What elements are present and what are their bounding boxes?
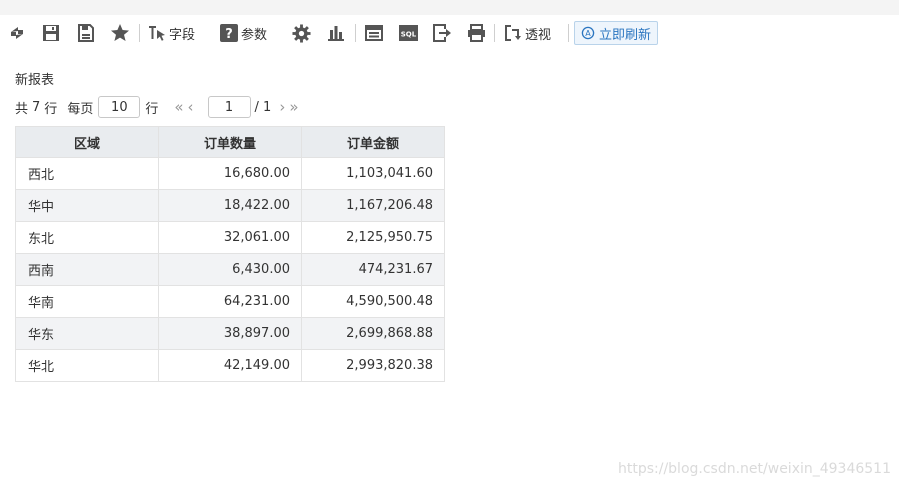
table-row: 华中 18,422.00 1,167,206.48 [15,189,445,222]
sql-icon-text: SQL [401,31,417,39]
layout-icon [365,25,383,41]
chart-button[interactable] [327,20,345,46]
rows-suffix: 行 [145,101,159,117]
report-title: 新报表 [15,73,55,88]
current-page-input[interactable] [207,96,251,118]
perspective-button[interactable]: 透视 [504,20,551,46]
cell-region: 东北 [15,221,159,254]
cell-region: 华东 [15,317,159,350]
cell-order-amount: 1,103,041.60 [301,157,445,190]
cell-order-amount: 2,125,950.75 [301,221,445,254]
perspective-label: 透视 [525,27,552,43]
bar-chart-icon [328,26,344,41]
favorite-button[interactable] [110,20,130,46]
auto-refresh-icon: A [581,26,595,40]
table-row: 西南 6,430.00 474,231.67 [15,253,445,286]
table-row: 西北 16,680.00 1,103,041.60 [15,157,445,190]
toolbar-separator [139,24,140,42]
cell-order-count: 18,422.00 [158,189,302,222]
table-header-row: 区域 订单数量 订单金额 [15,126,445,158]
column-header-region[interactable]: 区域 [15,126,159,158]
export-icon [433,24,451,42]
cell-order-count: 64,231.00 [158,285,302,318]
toolbar: 字段 ? 参数 SQL 透视 A 立即刷新 [0,18,899,48]
refresh-now-label: 立即刷新 [599,27,652,43]
cell-order-count: 32,061.00 [158,221,302,254]
cell-order-count: 6,430.00 [158,253,302,286]
per-page-label: 每页 [67,101,94,117]
next-page-icon[interactable]: › [277,96,287,118]
star-icon [111,24,129,41]
save-as-button[interactable] [77,20,95,46]
column-header-order-amount[interactable]: 订单金额 [301,126,445,158]
pivot-icon [505,25,521,41]
report-table: 区域 订单数量 订单金额 西北 16,680.00 1,103,041.60 华… [15,126,445,382]
prev-page-icon[interactable]: ‹ [186,96,196,118]
cell-order-amount: 1,167,206.48 [301,189,445,222]
rows-per-page-input[interactable] [98,96,141,118]
last-page-icon[interactable]: » [287,96,300,118]
pagination-bar: 共 7 行 每页 行 « ‹ / 1 › » [15,96,301,118]
cell-region: 西南 [15,253,159,286]
cell-order-count: 16,680.00 [158,157,302,190]
layout-button[interactable] [365,20,383,46]
top-strip [0,0,899,15]
save-icon [43,25,59,41]
cell-order-amount: 2,699,868.88 [301,317,445,350]
parameter-label: 参数 [241,27,268,43]
print-icon [468,24,485,42]
svg-text:?: ? [225,27,233,42]
table-row: 华东 38,897.00 2,699,868.88 [15,317,445,350]
reload-button[interactable] [8,20,26,46]
field-label: 字段 [169,27,196,43]
cell-region: 华北 [15,349,159,382]
toolbar-separator [355,24,356,42]
svg-text:A: A [585,29,591,38]
save-as-icon [78,24,94,42]
total-prefix: 共 [15,101,29,117]
print-button[interactable] [467,20,486,46]
reload-icon [11,27,23,39]
cell-order-count: 42,149.00 [158,349,302,382]
page-total: / 1 [254,99,272,115]
first-page-icon[interactable]: « [172,96,185,118]
column-header-order-count[interactable]: 订单数量 [158,126,302,158]
field-cursor-icon [149,26,165,41]
refresh-now-button[interactable]: A 立即刷新 [574,21,658,45]
sql-button[interactable]: SQL [399,20,418,46]
cell-order-count: 38,897.00 [158,317,302,350]
settings-button[interactable] [292,20,311,46]
cell-order-amount: 474,231.67 [301,253,445,286]
toolbar-separator [568,24,569,42]
field-button[interactable]: 字段 [148,20,195,46]
gear-icon [292,23,311,43]
table-row: 华北 42,149.00 2,993,820.38 [15,349,445,382]
table-row: 华南 64,231.00 4,590,500.48 [15,285,445,318]
question-icon: ? [220,24,238,42]
cell-order-amount: 4,590,500.48 [301,285,445,318]
cell-order-amount: 2,993,820.38 [301,349,445,382]
table-row: 东北 32,061.00 2,125,950.75 [15,221,445,254]
total-suffix: 行 [44,101,58,117]
parameter-button[interactable]: ? 参数 [220,20,267,46]
save-button[interactable] [42,20,60,46]
cell-region: 西北 [15,157,159,190]
watermark: https://blog.csdn.net/weixin_49346511 [617,461,891,477]
toolbar-separator [494,24,495,42]
export-button[interactable] [433,20,452,46]
cell-region: 华中 [15,189,159,222]
sql-icon: SQL [399,25,418,41]
total-rows-count: 7 [32,99,41,115]
cell-region: 华南 [15,285,159,318]
